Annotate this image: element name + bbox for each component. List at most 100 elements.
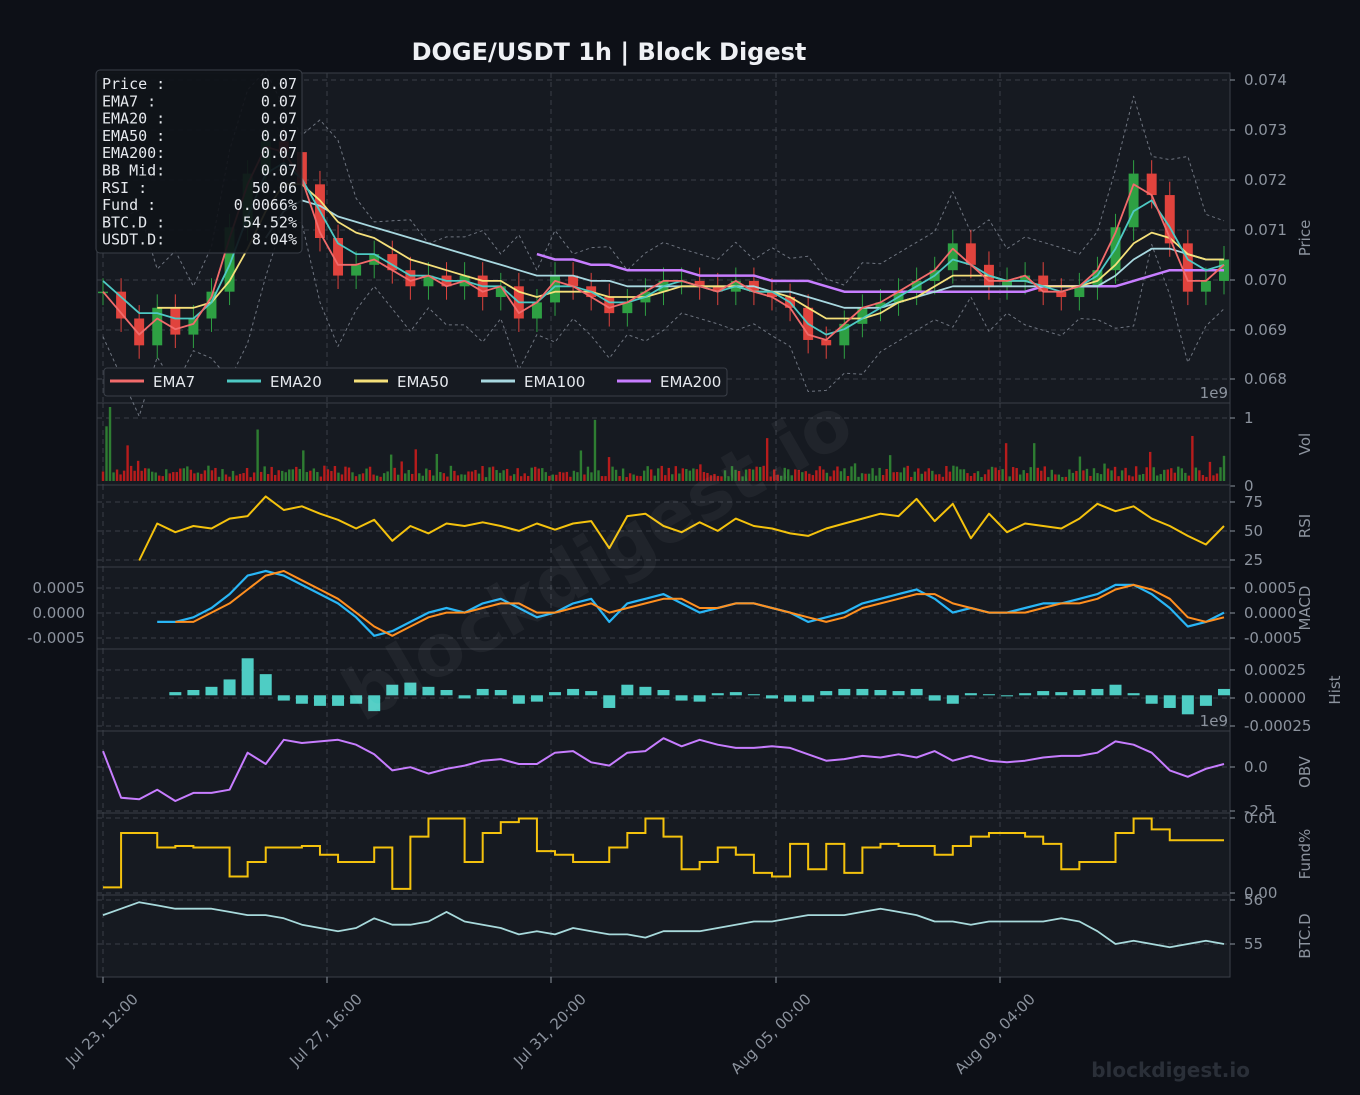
volume-bar — [168, 473, 171, 481]
info-value-6: 50.06 — [252, 179, 297, 197]
volume-bar — [857, 476, 860, 481]
tick-label-rsi-1: 50 — [1244, 522, 1263, 540]
hist-bar — [747, 694, 760, 696]
volume-bar — [1120, 470, 1124, 481]
volume-bar — [175, 472, 178, 481]
volume-bar — [860, 473, 864, 481]
volume-bar — [200, 473, 203, 481]
volume-bar — [358, 474, 361, 481]
volume-bar — [555, 474, 558, 481]
volume-bar — [1008, 476, 1011, 481]
ylabel-price: Price — [1296, 220, 1314, 257]
volume-bar — [337, 472, 340, 481]
volume-bar — [477, 473, 481, 481]
tick-label-hist-0: -0.00025 — [1244, 717, 1311, 735]
volume-bar — [491, 466, 495, 481]
ylabel-volume: Vol — [1296, 433, 1314, 455]
volume-bar — [147, 468, 150, 481]
volume-bar — [453, 470, 456, 481]
volume-bar — [404, 473, 407, 481]
volume-bar — [639, 476, 642, 481]
info-label-8: BTC.D : — [102, 213, 165, 231]
volume-bar — [600, 476, 604, 481]
hist-bar — [928, 695, 941, 701]
volume-bar — [1011, 467, 1015, 481]
info-label-4: EMA200: — [102, 144, 165, 162]
info-value-4: 0.07 — [261, 144, 297, 162]
volume-bar — [959, 469, 962, 481]
tick-label-price-6: 0.074 — [1244, 71, 1287, 89]
hist-bar — [567, 688, 580, 696]
hist-bar — [1037, 691, 1050, 696]
volume-bar — [1180, 468, 1184, 481]
volume-bar — [924, 471, 927, 481]
volume-bar — [527, 475, 530, 481]
volume-bar — [1177, 466, 1180, 481]
hist-bar — [892, 691, 905, 696]
volume-bar — [934, 474, 938, 481]
volume-bar — [1208, 461, 1212, 481]
hist-bar — [621, 684, 634, 696]
tick-label-fund-1: 0.01 — [1244, 809, 1277, 827]
volume-bar — [1127, 475, 1131, 481]
hist-bar — [874, 690, 887, 696]
volume-bar — [340, 474, 344, 481]
volume-bar — [347, 467, 351, 481]
volume-bar — [618, 476, 621, 481]
ylabel-obv: OBV — [1296, 755, 1314, 788]
hist-bar — [711, 693, 724, 696]
volume-bar — [990, 466, 994, 481]
volume-bar — [382, 473, 386, 481]
tick-label-left-macd-1: 0.0000 — [33, 604, 86, 622]
volume-bar — [295, 466, 298, 481]
volume-bar — [1205, 476, 1208, 481]
volume-bar — [1033, 443, 1036, 481]
volume-bar — [931, 470, 934, 481]
volume-bar — [1078, 456, 1082, 481]
hist-bar — [1145, 695, 1158, 704]
volume-bar — [1089, 475, 1092, 481]
panel-btcd: 55 56 BTC.D — [96, 891, 1314, 978]
legend: EMA7 EMA20 EMA50 EMA100 EMA200 — [103, 367, 728, 397]
volume-bar — [414, 449, 417, 481]
volume-bar — [411, 473, 414, 481]
volume-bar — [505, 468, 509, 481]
volume-bar — [966, 473, 969, 481]
volume-bar — [214, 467, 217, 481]
volume-bar — [910, 476, 913, 481]
volume-bar — [572, 470, 576, 481]
volume-bar — [829, 476, 832, 481]
info-value-9: 8.04% — [252, 231, 297, 249]
volume-bar — [291, 469, 294, 481]
volume-bar — [495, 470, 498, 481]
hist-bar — [982, 694, 995, 696]
volume-bar — [973, 473, 976, 481]
volume-bar — [850, 466, 853, 481]
volume-bar — [1110, 470, 1113, 481]
volume-bar — [375, 475, 379, 481]
volume-bar — [1222, 455, 1226, 481]
volume-bar — [228, 476, 231, 481]
volume-bar — [523, 473, 526, 481]
volume-bar — [263, 466, 266, 481]
volume-bar — [611, 466, 614, 481]
volume-bar — [843, 468, 846, 481]
volume-bar — [242, 473, 245, 481]
volume-bar — [1173, 472, 1177, 481]
volume-bar — [635, 475, 639, 481]
volume-bar — [962, 469, 966, 481]
hist-bar — [458, 695, 471, 699]
volume-bar — [203, 470, 207, 481]
volume-bar — [1001, 469, 1004, 481]
hist-bar — [657, 690, 670, 696]
volume-bar — [259, 471, 263, 481]
volume-bar — [154, 472, 157, 481]
volume-bar — [238, 473, 242, 481]
volume-bar — [906, 465, 909, 481]
volume-bar — [463, 474, 467, 481]
volume-bar — [593, 419, 597, 481]
volume-bar — [1022, 470, 1025, 481]
volume-bar — [579, 450, 583, 481]
volume-bar — [270, 466, 273, 481]
volume-bar — [224, 474, 228, 481]
